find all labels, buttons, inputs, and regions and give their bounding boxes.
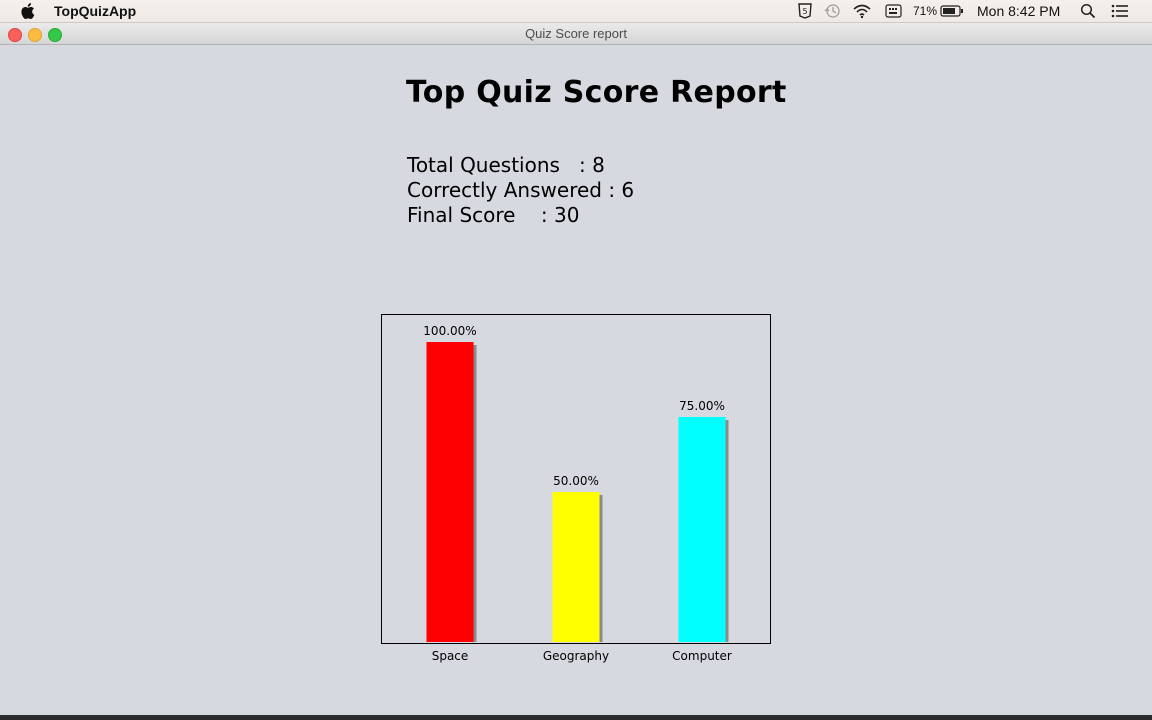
time-machine-icon[interactable] [823, 3, 841, 19]
x-tick-label-geography: Geography [543, 649, 609, 663]
svg-text:5: 5 [802, 7, 807, 16]
clock[interactable]: Mon 8:42 PM [977, 3, 1060, 19]
menu-bar: TopQuizApp 5 71% Mon 8:42 PM [0, 0, 1152, 23]
spotlight-icon[interactable] [1080, 3, 1096, 19]
desktop-background-strip [0, 715, 1152, 720]
apple-icon[interactable] [19, 1, 37, 21]
keyboard-icon[interactable] [885, 3, 902, 19]
chart-svg: 100.00% Space 50.00% Geography 75.00% Compute… [423, 324, 732, 663]
data-label-geography: 50.00% [553, 474, 599, 488]
x-tick-label-computer: Computer [672, 649, 732, 663]
total-questions-stat: Total Questions : 8 [407, 153, 605, 177]
app-name-menu[interactable]: TopQuizApp [54, 3, 136, 19]
quiz-score-window: Quiz Score report Top Quiz Score Report … [0, 23, 1152, 715]
notification-center-icon[interactable] [1111, 3, 1129, 19]
bar-space [426, 342, 474, 642]
bar-geography [552, 492, 600, 642]
data-label-space: 100.00% [423, 324, 476, 338]
bar-computer [678, 417, 726, 642]
battery-icon[interactable] [940, 4, 964, 18]
x-tick-label-space: Space [432, 649, 469, 663]
final-score-stat: Final Score : 30 [407, 203, 580, 227]
report-title: Top Quiz Score Report [406, 75, 787, 110]
window-title: Quiz Score report [525, 26, 627, 41]
html5-icon[interactable]: 5 [797, 3, 813, 19]
data-label-computer: 75.00% [679, 399, 725, 413]
battery-percent[interactable]: 71% [913, 4, 937, 18]
window-titlebar[interactable]: Quiz Score report [0, 23, 1152, 45]
correctly-answered-stat: Correctly Answered : 6 [407, 178, 635, 202]
wifi-icon[interactable] [852, 3, 872, 19]
